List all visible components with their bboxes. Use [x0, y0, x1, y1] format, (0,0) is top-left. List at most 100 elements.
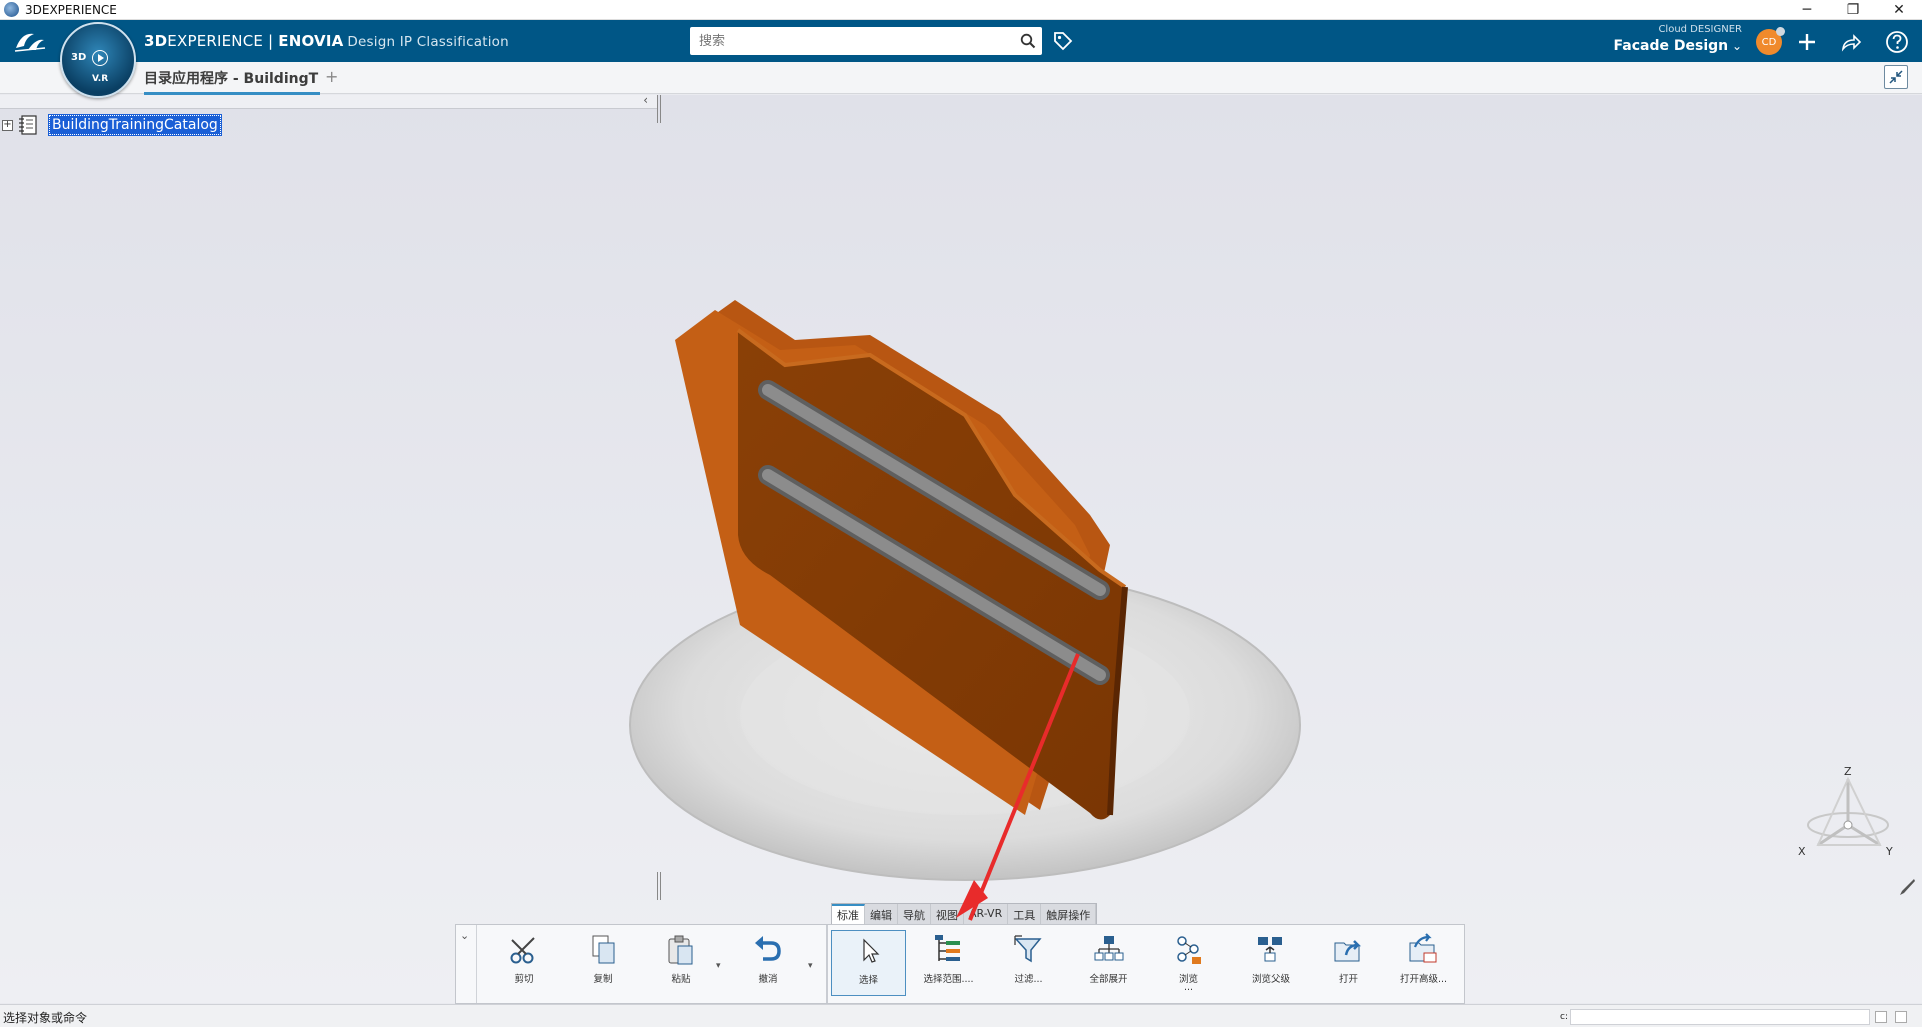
help-icon[interactable]: [1884, 29, 1910, 55]
role-selector[interactable]: Cloud DESIGNER Facade Design ⌄: [1614, 24, 1742, 54]
play-icon[interactable]: [92, 50, 108, 66]
open-advanced-icon: [1409, 933, 1436, 963]
catalog-folder-model[interactable]: [620, 215, 1320, 935]
select-label: 选择: [858, 975, 878, 986]
status-bar: 选择对象或命令 c:: [0, 1004, 1922, 1027]
scissors-icon: [510, 937, 535, 964]
open-advanced-button[interactable]: 打开高级...: [1386, 925, 1461, 1003]
open-folder-icon: [1334, 940, 1361, 962]
tab-view[interactable]: 视图: [931, 904, 964, 924]
undo-label: 撤消: [758, 974, 778, 985]
expand-all-button[interactable]: 全部展开: [1071, 925, 1146, 1003]
window-controls: ─ ❐ ✕: [1784, 0, 1922, 20]
status-window-icon[interactable]: [1875, 1011, 1887, 1023]
app-logo-icon: [4, 2, 19, 17]
tab-navigation[interactable]: 导航: [898, 904, 931, 924]
cursor-arrow-icon: [862, 938, 879, 963]
expand-icon[interactable]: +: [2, 119, 13, 131]
open-advanced-label: 打开高级...: [1399, 974, 1448, 985]
status-message: 选择对象或命令: [3, 1011, 88, 1025]
compass-widget[interactable]: 3D V.R: [60, 22, 136, 98]
minimize-button[interactable]: ─: [1784, 0, 1830, 20]
brand-subtitle: Design IP Classification: [347, 34, 509, 50]
search-input[interactable]: [690, 28, 1014, 54]
action-bar-tabs: 标准 编辑 导航 视图 AR-VR 工具 触屏操作: [831, 903, 1098, 924]
copy-button[interactable]: 复制: [573, 925, 633, 1003]
tab-touch[interactable]: 触屏操作: [1041, 904, 1097, 924]
cut-button[interactable]: 剪切: [494, 925, 554, 1003]
brand-3d: 3D: [144, 32, 168, 50]
role-label: Cloud DESIGNER: [1658, 24, 1742, 35]
ds-logo-icon[interactable]: [12, 28, 48, 54]
cut-label: 剪切: [514, 974, 534, 985]
tab-bar: 目录应用程序 - BuildingT +: [0, 62, 1922, 95]
tab-ar-vr[interactable]: AR-VR: [964, 904, 1009, 924]
collapse-tree-icon[interactable]: ‹: [643, 93, 648, 107]
browse-more-label: ...: [1183, 982, 1194, 993]
brand-app: ENOVIA: [278, 32, 344, 50]
select-scope-label: 选择范围....: [923, 974, 974, 985]
window-title: 3DEXPERIENCE: [25, 2, 117, 17]
toolbar-divider: [826, 925, 828, 1003]
tab-catalog-app[interactable]: 目录应用程序 - BuildingT: [144, 68, 320, 95]
collab-space-name[interactable]: Facade Design: [1614, 38, 1729, 54]
undo-button[interactable]: 撤消: [738, 925, 798, 1003]
collapse-arrows-icon: [1889, 70, 1903, 84]
chevron-down-icon[interactable]: ⌄: [1728, 39, 1742, 53]
restore-button[interactable]: ❐: [1830, 0, 1876, 20]
compass-vr-label: V.R: [92, 74, 109, 84]
minimize-view-button[interactable]: [1884, 65, 1908, 89]
pen-tool-icon[interactable]: [1898, 877, 1916, 897]
filter-label: 过滤...: [1014, 974, 1043, 985]
tree-root-node[interactable]: + BuildingTrainingCatalog: [2, 114, 222, 136]
collapse-toolbar-icon[interactable]: ⌄: [460, 929, 476, 942]
avatar[interactable]: CD: [1756, 27, 1785, 55]
axis-triad-icon[interactable]: Z X Y: [1790, 765, 1900, 861]
status-info-icon[interactable]: [1895, 1011, 1907, 1023]
paste-label: 粘贴: [671, 974, 691, 985]
expand-all-label: 全部展开: [1089, 974, 1128, 985]
undo-dropdown-icon[interactable]: ▾: [808, 961, 813, 971]
undo-icon: [755, 936, 781, 961]
paste-button[interactable]: 粘贴: [651, 925, 711, 1003]
filter-button[interactable]: 过滤...: [991, 925, 1066, 1003]
copy-icon: [592, 935, 615, 964]
top-bar: 3DEXPERIENCE | ENOVIA Design IP Classific…: [0, 20, 1922, 62]
tag-icon[interactable]: [1052, 30, 1074, 52]
tab-edit[interactable]: 编辑: [865, 904, 898, 924]
compass-3d-label: 3D: [71, 52, 87, 63]
brand-title: 3DEXPERIENCE | ENOVIA Design IP Classific…: [144, 32, 509, 50]
axis-y-label: Y: [1885, 845, 1893, 858]
expand-all-icon: [1094, 936, 1123, 961]
browse-parent-icon: [1258, 937, 1282, 962]
select-scope-button[interactable]: 选择范围....: [911, 925, 986, 1003]
action-bar: ⌄ 剪切 复制 粘贴 ▾ 撤消 ▾ 选择 选择范围.... 过滤... 全部展开…: [455, 924, 1465, 1004]
filter-icon: [1013, 935, 1042, 963]
window-titlebar: 3DEXPERIENCE ─ ❐ ✕: [0, 0, 1922, 20]
tree-splitter-handle[interactable]: [657, 95, 661, 123]
command-input[interactable]: [1570, 1009, 1870, 1025]
tab-standard[interactable]: 标准: [832, 904, 865, 924]
add-icon[interactable]: [1794, 29, 1820, 55]
brand-experience: EXPERIENCE |: [167, 32, 279, 50]
browse-icon: [1176, 936, 1201, 964]
command-prompt-label: c:: [1560, 1012, 1568, 1022]
tab-tools[interactable]: 工具: [1008, 904, 1042, 924]
open-label: 打开: [1338, 974, 1358, 985]
catalog-icon: [19, 115, 37, 135]
paste-dropdown-icon[interactable]: ▾: [716, 961, 721, 971]
tree-node-label[interactable]: BuildingTrainingCatalog: [48, 114, 222, 136]
open-button[interactable]: 打开: [1316, 925, 1381, 1003]
browse-button[interactable]: 浏览 ...: [1151, 925, 1226, 1003]
tree-scope-icon: [934, 935, 960, 961]
axis-x-label: X: [1798, 845, 1806, 858]
copy-label: 复制: [593, 974, 613, 985]
select-button[interactable]: 选择: [831, 930, 906, 996]
3d-viewer[interactable]: ‹ + BuildingTrainingCatalog Z X Y: [0, 93, 1922, 1003]
search-box[interactable]: [690, 27, 1042, 55]
share-icon[interactable]: [1838, 29, 1864, 55]
browse-parent-button[interactable]: 浏览父级: [1231, 925, 1311, 1003]
close-button[interactable]: ✕: [1876, 0, 1922, 20]
add-tab-button[interactable]: +: [325, 67, 338, 86]
search-icon[interactable]: [1014, 27, 1042, 55]
